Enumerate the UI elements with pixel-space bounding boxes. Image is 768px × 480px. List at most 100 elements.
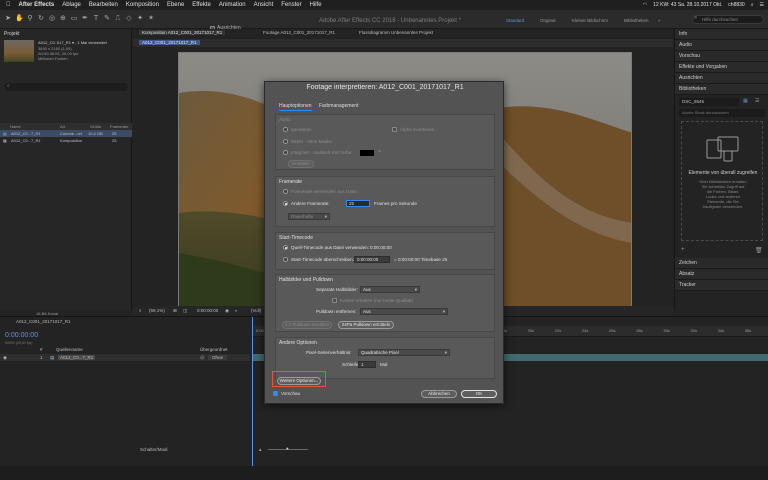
col-size[interactable]: Größe [90,124,101,129]
library-dropdown[interactable]: DSC_8645 [679,98,739,106]
timecode-from-source-radio[interactable] [283,245,288,250]
menu-effekte[interactable]: Effekte [192,2,211,8]
pixel-aspect-dropdown[interactable]: Quadratische Pixel [358,349,450,356]
magnifier-icon[interactable]: ⌕ [139,308,142,313]
snapshot-camera-icon[interactable]: ◉ [225,308,229,314]
eraser-tool-icon[interactable]: ◇ [125,15,133,23]
invert-alpha-checkbox[interactable] [392,127,397,132]
ok-button[interactable]: OK [461,390,497,398]
menu-ablage[interactable]: Ablage [62,2,81,8]
menu-ebene[interactable]: Ebene [167,2,184,8]
panel-effects-presets[interactable]: Effekte und Vorgaben [675,62,768,73]
framerate-from-file-radio[interactable] [283,189,288,194]
framerate-remap-dropdown[interactable]: Dauerhafte [288,213,330,220]
panel-character[interactable]: Zeichen [675,258,768,269]
eyedropper-icon[interactable]: ✎ [378,149,382,155]
menu-fenster[interactable]: Fenster [281,2,301,8]
project-row-composition[interactable]: ▦ A012_C0...7_R1 Komposition 25 [0,137,132,144]
pan-behind-tool-icon[interactable]: ⊕ [59,15,67,23]
alpha-premultiplied-radio[interactable] [283,150,288,155]
trash-icon[interactable]: 🗑 [755,247,763,254]
tab-main-options[interactable]: Hauptoptionen [279,103,312,111]
project-row-footage[interactable]: ▤ A012_C0...7_R1 Comme...ort 10,4 GB 25 [0,130,132,137]
timeline-layer-row[interactable]: ◉ 1 ▤ A012_C0...7_R1 @ Ohne [0,354,250,361]
menu-animation[interactable]: Animation [219,2,246,8]
tab-flowchart[interactable]: Flussdiagramm Unbenanntes Projekt [359,30,433,35]
apple-menu[interactable]:  [6,2,11,8]
puppet-tool-icon[interactable]: ✶ [147,15,155,23]
workspace-standard[interactable]: Standard [506,18,524,23]
visibility-eye-icon[interactable]: ◉ [3,355,7,361]
stamp-tool-icon[interactable]: ⎍ [114,15,122,23]
zoom-level[interactable]: (59,1%) [149,308,165,313]
col-type[interactable]: Art [60,124,65,129]
rectangle-tool-icon[interactable]: ▭ [70,15,78,23]
alpha-ignore-radio[interactable] [283,127,288,132]
playhead[interactable] [252,317,253,477]
color-swatch-icon[interactable]: ◐ [235,308,238,313]
layer-name[interactable]: A012_C0...7_R1 [58,355,96,360]
parent-pickwhip-icon[interactable]: @ [200,355,205,360]
layer-parent-dropdown[interactable]: Ohne [208,355,228,360]
project-tab[interactable]: Projekt [4,31,20,37]
tab-footage[interactable]: Footage A012_C001_20171017_R1 [263,30,335,35]
timecode-override-radio[interactable] [283,257,288,262]
resolution-dropdown[interactable]: (Voll) [251,308,261,313]
switches-modes-toggle[interactable]: Schalter/Modi [140,447,168,452]
col-name[interactable]: Name [10,124,21,129]
loop-input[interactable]: 1 [358,361,376,368]
guess-alpha-button[interactable]: Ermitteln [288,160,314,168]
preview-checkbox[interactable] [273,391,278,396]
grid-icon[interactable]: ⊞ [173,308,177,314]
timecode-override-input[interactable]: 0:00:00:00 [354,256,390,263]
tab-color-management[interactable]: Farbmanagement [319,103,358,109]
workspace-libraries[interactable]: Bibliotheken [624,18,649,23]
roto-tool-icon[interactable]: ✦ [136,15,144,23]
col-framerate[interactable]: Framerate [110,124,128,129]
panel-audio[interactable]: Audio [675,40,768,51]
framerate-input[interactable]: 25 [346,200,370,207]
wifi-icon[interactable]: ◠ [643,2,647,8]
library-grid-icon[interactable]: ▦ [743,98,748,104]
panel-preview[interactable]: Vorschau [675,51,768,62]
zoom-out-icon[interactable]: ▲ [258,447,262,452]
tab-composition[interactable]: Komposition A012_C001_20171017_R1 [139,30,226,35]
zoom-tool-icon[interactable]: ⚲ [26,15,34,23]
timeline-tab[interactable]: A012_C001_20171017_R1 [16,319,71,324]
guess-3-2-pulldown-button[interactable]: 3:2 Pulldown ermitteln [282,321,332,329]
preserve-edges-checkbox[interactable] [332,298,337,303]
panel-info[interactable]: Info [675,29,768,40]
menu-list-icon[interactable]: ☰ [760,2,764,8]
library-list-icon[interactable]: ☰ [755,98,759,104]
type-tool-icon[interactable]: T [92,15,100,23]
panel-tracker[interactable]: Tracker [675,280,768,291]
current-time-display[interactable]: 0:00:00:00 [197,308,218,313]
composition-subtab[interactable]: A012_C001_20171017_R1 [139,40,200,45]
stock-search-input[interactable]: Adobe Stock durchsuchen [679,109,765,117]
framerate-assume-radio[interactable] [283,201,288,206]
workspace-more-icon[interactable]: » [658,18,661,23]
menubar-user[interactable]: ch8830 [728,2,744,8]
zoom-slider-handle-icon[interactable]: ● [286,446,289,451]
workspace-small-screen[interactable]: Kleiner Bildschirm [572,18,608,23]
selection-tool-icon[interactable]: ➤ [4,15,12,23]
separate-fields-dropdown[interactable]: Aus [360,286,420,293]
hand-tool-icon[interactable]: ✋ [15,15,24,23]
panel-align[interactable]: Ausrichten [675,73,768,84]
search-icon[interactable]: ⌕ [751,2,754,8]
menu-ansicht[interactable]: Ansicht [254,2,274,8]
menu-hilfe[interactable]: Hilfe [310,2,322,8]
workspace-original[interactable]: Original [540,18,556,23]
panel-libraries[interactable]: Bibliotheken [675,84,768,95]
help-search-input[interactable]: Hilfe durchsuchen [692,15,764,24]
matte-color-swatch[interactable] [360,150,374,156]
mask-icon[interactable]: ◫ [183,308,187,314]
pen-tool-icon[interactable]: ✒ [81,15,89,23]
guess-24pa-pulldown-button[interactable]: 24Pa Pulldown ermitteln [338,321,394,329]
menu-app-name[interactable]: After Effects [19,2,55,8]
add-library-icon[interactable]: + [681,247,685,253]
cancel-button[interactable]: Abbrechen [421,390,457,398]
menu-bearbeiten[interactable]: Bearbeiten [89,2,118,8]
brush-tool-icon[interactable]: ✎ [103,15,111,23]
project-search-input[interactable]: ⌕ [4,83,128,91]
